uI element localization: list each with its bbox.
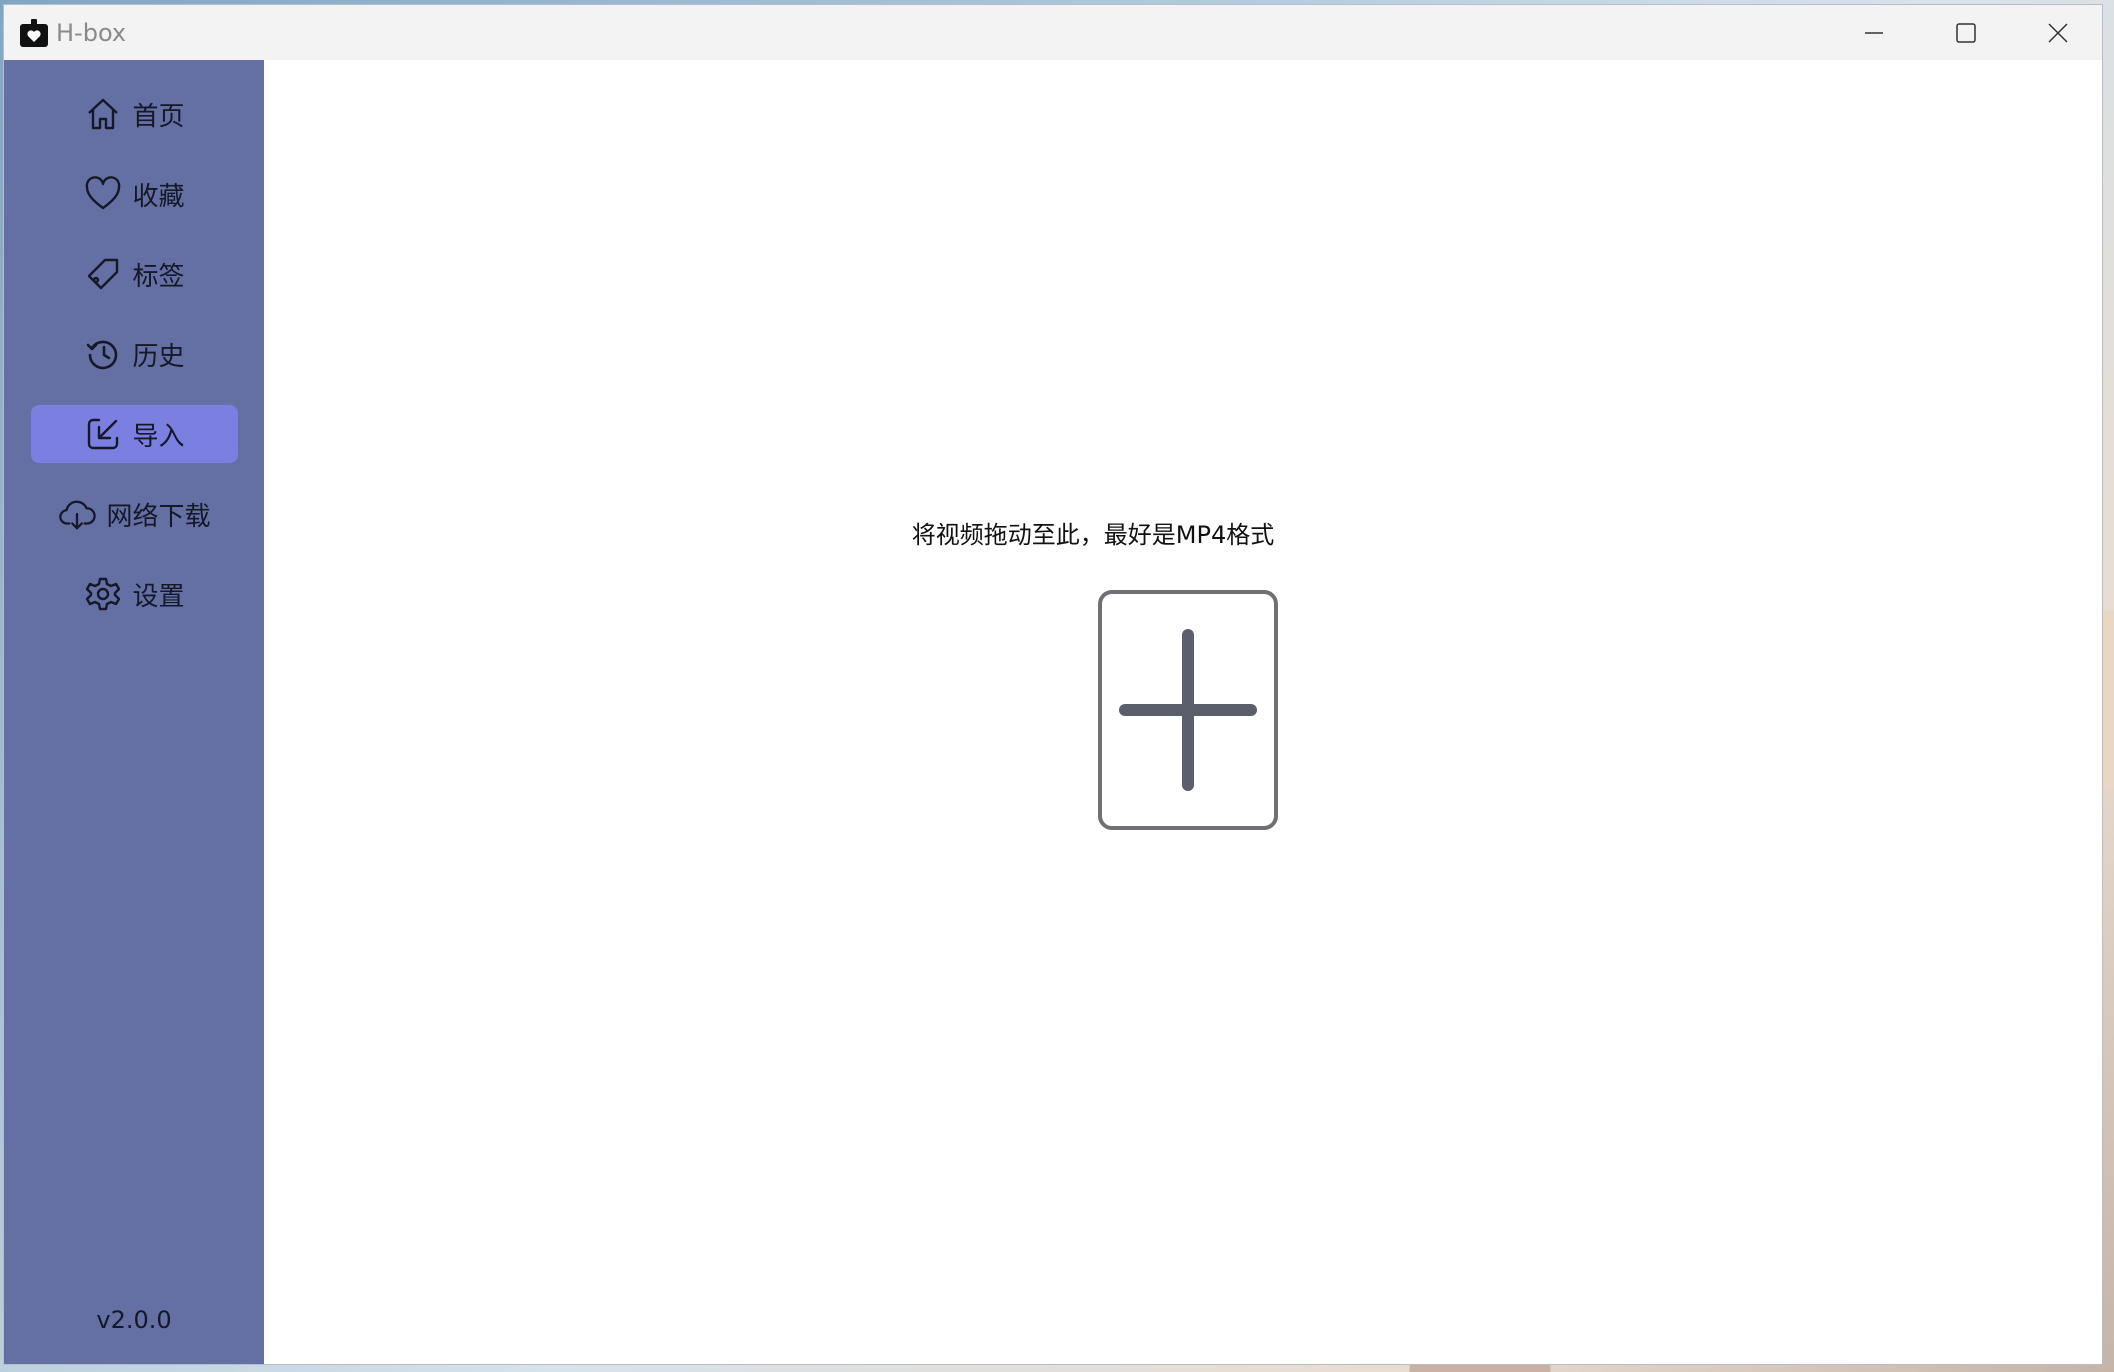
app-window: H-box 首页 收藏 标签 历史 导入 网络下载 设置 v2.0.0 将视频拖… [3,4,2103,1365]
plus-icon [1119,629,1257,791]
drop-hint-text: 将视频拖动至此，最好是MP4格式 [911,521,1275,549]
app-logo-icon [18,17,50,49]
title-bar[interactable]: H-box [4,5,2102,60]
sidebar-item-label: 标签 [132,261,185,292]
sidebar-item-label: 收藏 [132,181,185,212]
sidebar-item-label: 设置 [132,581,185,612]
import-icon [84,415,122,453]
home-icon [84,95,122,133]
sidebar-item-label: 历史 [132,341,185,372]
import-drop-area[interactable]: 将视频拖动至此，最好是MP4格式 [264,60,2102,1364]
tag-icon [84,255,122,293]
window-title: H-box [56,18,127,47]
maximize-button[interactable] [1920,5,2012,60]
sidebar-item-favorites[interactable]: 收藏 [31,165,238,223]
sidebar-item-history[interactable]: 历史 [31,325,238,383]
minimize-icon [1865,31,1883,34]
sidebar-item-tags[interactable]: 标签 [31,245,238,303]
heart-icon [84,175,122,213]
gear-icon [84,575,122,613]
version-label: v2.0.0 [96,1306,172,1334]
close-icon [2048,22,2068,43]
maximize-icon [1956,22,1976,43]
sidebar-item-settings[interactable]: 设置 [31,565,238,623]
history-icon [84,335,122,373]
add-video-button[interactable] [1098,590,1278,830]
sidebar: 首页 收藏 标签 历史 导入 网络下载 设置 v2.0.0 [4,60,264,1364]
sidebar-item-import[interactable]: 导入 [31,405,238,463]
sidebar-item-home[interactable]: 首页 [31,85,238,143]
sidebar-item-label: 导入 [132,421,185,452]
close-button[interactable] [2012,5,2102,60]
minimize-button[interactable] [1828,5,1920,60]
sidebar-item-download[interactable]: 网络下载 [31,485,238,543]
sidebar-item-label: 首页 [132,101,185,132]
sidebar-item-label: 网络下载 [106,501,211,532]
cloud-download-icon [58,495,97,533]
